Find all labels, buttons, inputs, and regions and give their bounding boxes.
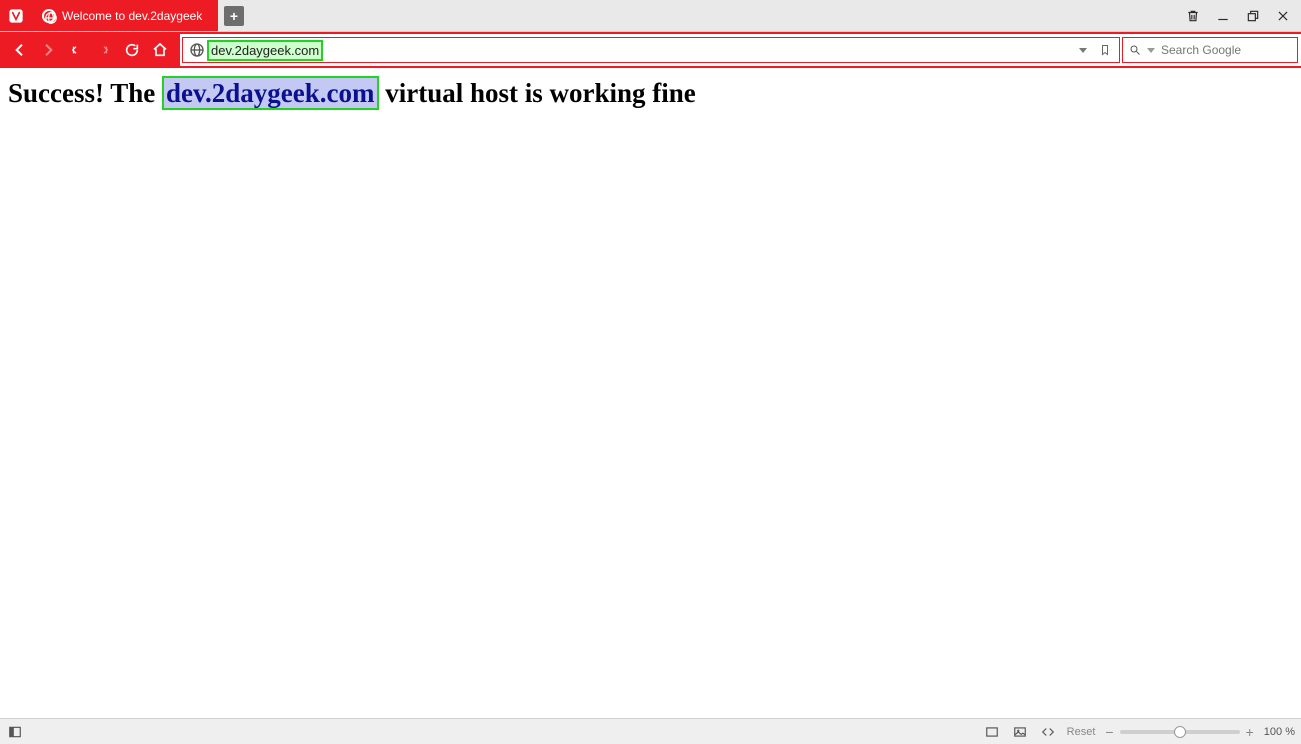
page-heading: Success! The dev.2daygeek.com virtual ho… <box>8 78 1293 109</box>
vivaldi-menu-button[interactable] <box>0 0 32 31</box>
forward-button[interactable] <box>36 38 60 62</box>
maximize-restore-icon <box>1246 9 1260 23</box>
globe-icon <box>189 42 205 58</box>
page-viewport[interactable]: Success! The dev.2daygeek.com virtual ho… <box>0 68 1301 718</box>
chevron-down-icon <box>1147 48 1155 53</box>
minimize-icon <box>1216 9 1230 23</box>
panel-toggle-button[interactable] <box>6 723 24 741</box>
bookmark-icon <box>1099 44 1111 56</box>
globe-icon <box>42 9 56 23</box>
nav-button-group <box>0 34 180 66</box>
url-text: dev.2daygeek.com <box>207 40 323 61</box>
maximize-button[interactable] <box>1245 8 1261 24</box>
zoom-reset-button[interactable]: Reset <box>1067 726 1096 738</box>
titlebar-drag-region[interactable] <box>250 0 1175 31</box>
url-input[interactable] <box>325 38 1069 62</box>
chevron-left-icon <box>12 42 28 58</box>
reload-button[interactable] <box>120 38 144 62</box>
chevron-down-icon <box>1079 48 1087 53</box>
search-engine-selector[interactable] <box>1129 42 1141 58</box>
address-bar[interactable]: dev.2daygeek.com <box>182 37 1120 63</box>
heading-suffix: virtual host is working fine <box>379 78 696 108</box>
chevron-right-icon <box>40 42 56 58</box>
home-button[interactable] <box>148 38 172 62</box>
zoom-level-label: 100 % <box>1264 726 1295 738</box>
search-icon <box>1129 44 1141 56</box>
search-box[interactable] <box>1122 37 1298 63</box>
close-icon <box>1276 9 1290 23</box>
close-button[interactable] <box>1275 8 1291 24</box>
panel-icon <box>8 725 22 739</box>
rewind-button[interactable] <box>64 38 88 62</box>
back-button[interactable] <box>8 38 32 62</box>
navigation-bar: dev.2daygeek.com <box>0 32 1301 68</box>
home-icon <box>152 42 168 58</box>
heading-highlighted-domain: dev.2daygeek.com <box>162 76 379 110</box>
zoom-slider[interactable]: − + <box>1105 724 1253 740</box>
new-tab-button[interactable]: + <box>224 6 244 26</box>
window-controls <box>1175 0 1301 31</box>
rewind-icon <box>71 45 81 55</box>
code-icon <box>1041 725 1055 739</box>
image-toggle-button[interactable] <box>1011 723 1029 741</box>
tiling-icon <box>985 725 999 739</box>
reload-icon <box>124 42 140 58</box>
fastforward-button[interactable] <box>92 38 116 62</box>
fastforward-icon <box>99 45 109 55</box>
vivaldi-logo-icon <box>8 8 24 24</box>
zoom-knob[interactable] <box>1174 726 1186 738</box>
zoom-track[interactable] <box>1120 730 1240 734</box>
site-info-button[interactable] <box>189 42 205 58</box>
title-bar: Welcome to dev.2daygeek + <box>0 0 1301 32</box>
address-dropdown[interactable] <box>1075 42 1091 58</box>
tiling-button[interactable] <box>983 723 1001 741</box>
heading-prefix: Success! The <box>8 78 162 108</box>
zoom-out-button[interactable]: − <box>1105 724 1113 740</box>
status-bar: Reset − + 100 % <box>0 718 1301 744</box>
image-icon <box>1013 725 1027 739</box>
trash-button[interactable] <box>1185 8 1201 24</box>
browser-tab-active[interactable]: Welcome to dev.2daygeek <box>32 0 218 31</box>
page-actions-button[interactable] <box>1039 723 1057 741</box>
zoom-in-button[interactable]: + <box>1246 724 1254 740</box>
search-input[interactable] <box>1161 43 1301 57</box>
bookmark-button[interactable] <box>1097 42 1113 58</box>
trash-icon <box>1186 9 1200 23</box>
tab-title: Welcome to dev.2daygeek <box>62 9 202 23</box>
minimize-button[interactable] <box>1215 8 1231 24</box>
